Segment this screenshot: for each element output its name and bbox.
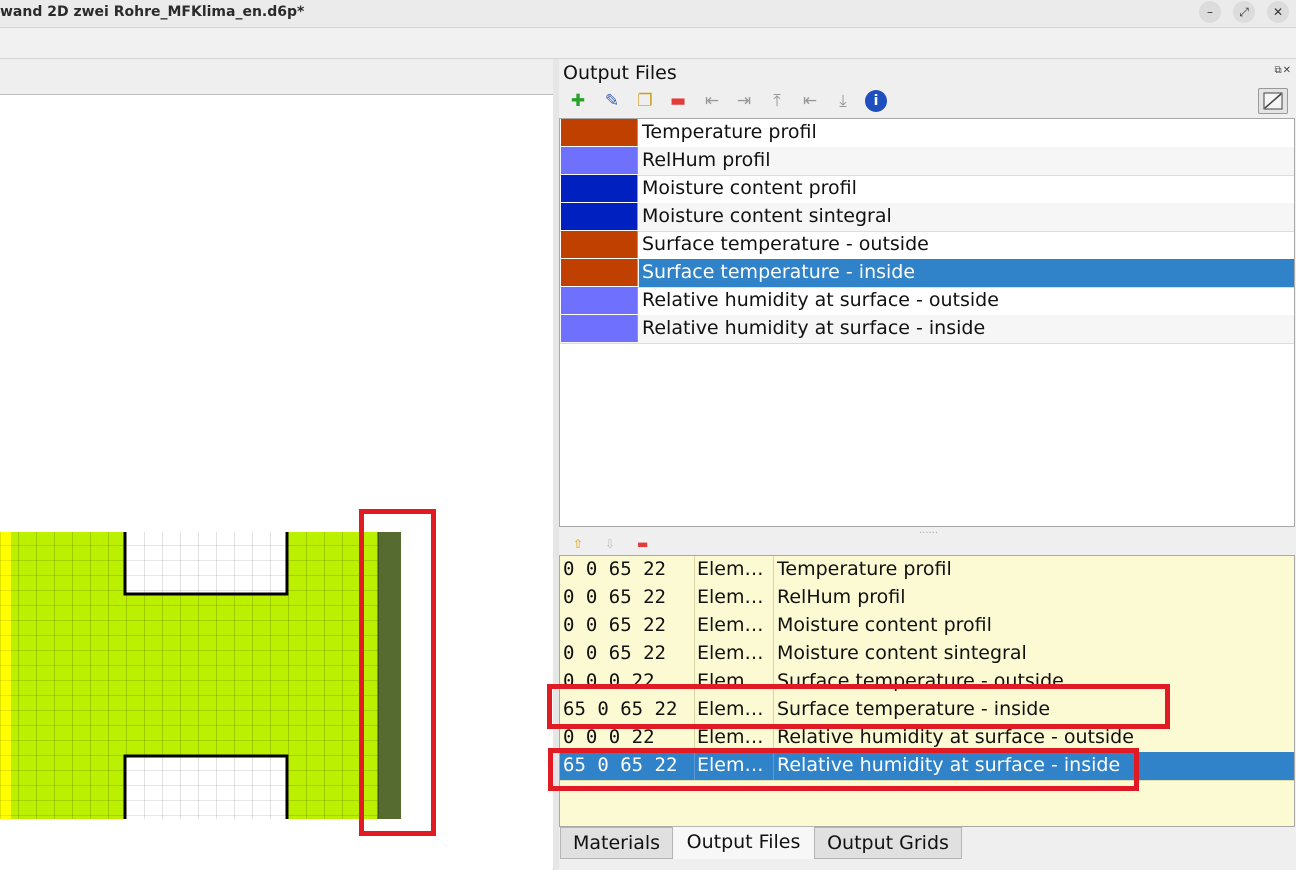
interior-column-highlight (359, 509, 436, 836)
output-files-list[interactable]: Temperature profil RelHum profil Moistur… (559, 118, 1295, 527)
color-swatch (561, 315, 638, 342)
move-up-icon[interactable]: ⇧ (573, 537, 583, 551)
close-button[interactable]: ✕ (1267, 1, 1289, 23)
move-down-icon[interactable]: ⇩ (605, 537, 615, 551)
move-icon[interactable]: ⇤ (701, 90, 723, 112)
title-bar: wand 2D zwei Rohre_MFKlima_en.d6p* – ⤢ ✕ (0, 0, 1296, 28)
color-swatch (561, 175, 638, 202)
table-row[interactable]: 0 0 65 22 Elem… Moisture content profil (560, 612, 1294, 641)
tab-output-files[interactable]: Output Files (672, 826, 815, 859)
highlight-relative-humidity-inside (548, 748, 1139, 791)
edit-icon[interactable]: ✎ (601, 90, 623, 112)
construction-canvas[interactable] (0, 94, 554, 870)
assign-right-icon[interactable]: ⇥ (733, 90, 755, 112)
tab-materials[interactable]: Materials (560, 827, 673, 859)
assign-bottom-icon[interactable]: ⤓ (832, 90, 854, 112)
remove-icon[interactable]: ▬ (667, 90, 689, 112)
color-toggle-button[interactable] (1258, 88, 1288, 114)
list-item[interactable]: Relative humidity at surface - inside (560, 315, 1294, 344)
tab-output-grids[interactable]: Output Grids (814, 827, 962, 859)
dock-tabs: Materials Output Files Output Grids (559, 826, 1296, 860)
list-item[interactable]: RelHum profil (560, 147, 1294, 176)
highlight-surface-temperature-inside (547, 684, 1170, 729)
table-row[interactable]: 0 0 65 22 Elem… Moisture content sintegr… (560, 640, 1294, 669)
dock-title: Output Files (563, 62, 677, 84)
color-swatch (561, 287, 638, 314)
construction-grid[interactable] (0, 95, 553, 870)
color-swatch (561, 147, 638, 174)
list-item[interactable]: Moisture content profil (560, 175, 1294, 204)
remove-assignment-icon[interactable]: ▬ (637, 537, 648, 551)
list-item[interactable]: Moisture content sintegral (560, 203, 1294, 232)
color-swatch (561, 203, 638, 230)
table-row[interactable]: 0 0 65 22 Elem… Temperature profil (560, 556, 1294, 585)
list-item[interactable]: Surface temperature - outside (560, 231, 1294, 260)
copy-icon[interactable]: ❐ (634, 90, 656, 112)
table-row[interactable]: 0 0 65 22 Elem… RelHum profil (560, 584, 1294, 613)
color-swatch (561, 231, 638, 258)
add-icon[interactable]: ✚ (567, 90, 589, 112)
maximize-button[interactable]: ⤢ (1233, 1, 1255, 23)
list-item[interactable]: Relative humidity at surface - outside (560, 287, 1294, 316)
dock-float-close-icon[interactable]: ⧉✕ (1274, 65, 1292, 76)
list-item[interactable]: Temperature profil (560, 119, 1294, 148)
menu-bar (0, 28, 1296, 59)
output-files-toolbar: ✚ ✎ ❐ ▬ ⇤ ⇥ ⤒ ⇤ ⤓ i (561, 88, 1296, 114)
color-swatch (561, 119, 638, 146)
splitter-handle[interactable]: ······ (919, 528, 938, 539)
color-swatch (561, 259, 638, 286)
assign-top-icon[interactable]: ⤒ (766, 90, 788, 112)
info-icon[interactable]: i (865, 90, 887, 112)
list-item-selected[interactable]: Surface temperature - inside (560, 259, 1294, 288)
minimize-button[interactable]: – (1199, 1, 1221, 23)
window-title: wand 2D zwei Rohre_MFKlima_en.d6p* (0, 4, 305, 20)
assign-left-icon[interactable]: ⇤ (799, 90, 821, 112)
